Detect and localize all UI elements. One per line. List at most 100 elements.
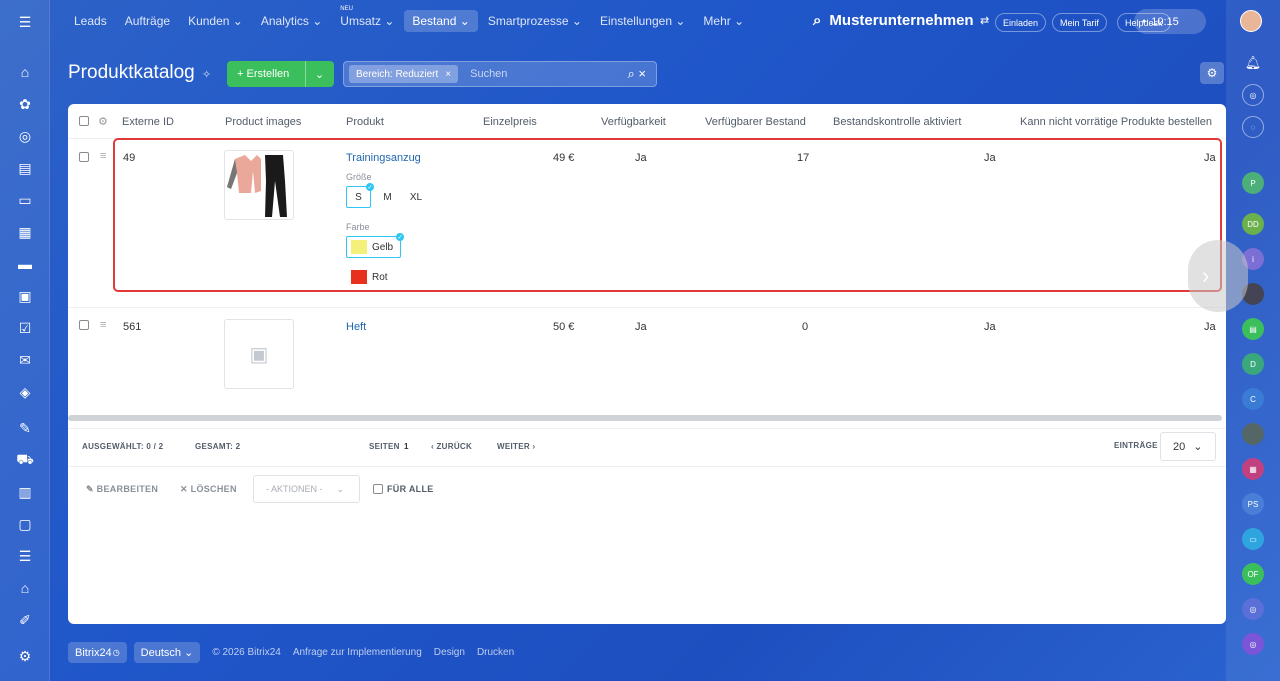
page-size-select[interactable]: 20 ⌄: [1160, 432, 1216, 461]
print-link[interactable]: Drucken: [477, 647, 514, 658]
chat-avatar-ps[interactable]: PS: [1242, 493, 1264, 515]
nav-smart-processes[interactable]: Smartprozesse ⌄: [480, 10, 590, 32]
nav-inventory[interactable]: Bestand ⌄: [404, 10, 478, 32]
chevron-down-icon[interactable]: ⌄: [305, 61, 333, 87]
home-icon[interactable]: ⌂: [15, 62, 35, 82]
filter-search[interactable]: Bereich: Reduziert × ⌕ ×: [343, 61, 657, 87]
crm-icon[interactable]: ✿: [15, 94, 35, 114]
chat-avatar-d[interactable]: D: [1242, 353, 1264, 375]
edit-doc-icon[interactable]: ✐: [15, 610, 35, 630]
col-price[interactable]: Einzelpreis: [483, 116, 537, 128]
language-select[interactable]: Deutsch ⌄: [133, 642, 201, 663]
booking-icon[interactable]: ▥: [15, 482, 35, 502]
nav-settings[interactable]: Einstellungen ⌄: [592, 10, 693, 32]
pin-icon[interactable]: ✧: [202, 68, 211, 81]
filter-icon[interactable]: ☰: [15, 546, 35, 566]
mail-icon[interactable]: ✉: [15, 350, 35, 370]
search-clear-icon[interactable]: ⌕ ×: [628, 66, 646, 82]
chat-avatar-of[interactable]: OF: [1242, 563, 1264, 585]
implementation-link[interactable]: Anfrage zur Implementierung: [293, 647, 422, 658]
row-checkbox[interactable]: [79, 152, 89, 162]
nav-sales[interactable]: NEU Umsatz ⌄: [332, 6, 402, 32]
image-placeholder-icon[interactable]: ▣: [224, 319, 294, 389]
col-product-images[interactable]: Product images: [225, 116, 301, 128]
chevron-down-icon: ⌄: [734, 14, 745, 28]
col-order-out-of-stock[interactable]: Kann nicht vorrätige Produkte bestellen: [1020, 116, 1212, 128]
chat-avatar-p[interactable]: P: [1242, 172, 1264, 194]
chat-avatar-c[interactable]: C: [1242, 388, 1264, 410]
next-button[interactable]: WEITER ›: [497, 442, 535, 451]
chat-avatar-calendar[interactable]: ▦: [1242, 458, 1264, 480]
tariff-button[interactable]: Mein Tarif: [1052, 13, 1107, 32]
company-search[interactable]: ⌕ Musterunternehmen: [813, 12, 974, 29]
nav-orders[interactable]: Aufträge: [117, 10, 178, 32]
sites-icon[interactable]: ▢: [15, 514, 35, 534]
calendar-icon[interactable]: ▦: [15, 222, 35, 242]
current-page[interactable]: 1: [404, 442, 409, 451]
document-icon[interactable]: ▤: [15, 158, 35, 178]
horizontal-scrollbar[interactable]: [68, 415, 1222, 421]
board-icon[interactable]: ▣: [15, 286, 35, 306]
delete-button[interactable]: ✕ LÖSCHEN: [180, 484, 237, 495]
entries-label: EINTRÄGE: [1114, 441, 1158, 450]
row-checkbox[interactable]: [79, 320, 89, 330]
select-all-checkbox[interactable]: [79, 116, 89, 126]
brand-badge[interactable]: Bitrix24 ◷: [68, 642, 127, 663]
clock[interactable]: ● 10:15: [1134, 9, 1206, 34]
row-availability: Ja: [635, 321, 647, 333]
nav-customers[interactable]: Kunden ⌄: [180, 10, 251, 32]
filter-chip[interactable]: Bereich: Reduziert ×: [349, 65, 459, 83]
edit-label: BEARBEITEN: [96, 484, 159, 494]
edit-button[interactable]: ✎ BEARBEITEN: [86, 484, 158, 495]
bell-icon[interactable]: 🔔︎: [1242, 52, 1264, 74]
drag-handle-icon[interactable]: ≡: [100, 319, 106, 331]
chevron-down-icon: ⌄: [312, 14, 323, 28]
col-product[interactable]: Produkt: [346, 116, 384, 128]
menu-icon[interactable]: ☰: [15, 12, 35, 32]
create-button[interactable]: + Erstellen ⌄: [227, 61, 334, 87]
gear-icon[interactable]: ⚙: [98, 115, 108, 128]
chat-avatar-copilot-2[interactable]: ◎: [1242, 633, 1264, 655]
swap-icon[interactable]: ⇄: [980, 14, 989, 27]
search-icon: ⌕: [813, 12, 822, 29]
col-external-id[interactable]: Externe ID: [122, 116, 174, 128]
search-input[interactable]: [470, 68, 591, 80]
tasks-icon[interactable]: ☑: [15, 318, 35, 338]
nav-customers-label: Kunden: [188, 14, 230, 28]
shop-icon[interactable]: ⛟: [15, 450, 35, 470]
actions-select[interactable]: - AKTIONEN - ⌄: [253, 475, 360, 503]
col-stock[interactable]: Verfügbarer Bestand: [705, 116, 806, 128]
language-label: Deutsch: [140, 646, 182, 659]
chat-icon[interactable]: ▭: [15, 190, 35, 210]
back-label: ZURÜCK: [436, 442, 473, 451]
target-icon[interactable]: ◎: [15, 126, 35, 146]
nav-analytics-label: Analytics: [260, 14, 309, 28]
messenger-icon[interactable]: ◌: [1242, 116, 1264, 138]
store-icon[interactable]: ⌂: [15, 578, 35, 598]
for-all-checkbox[interactable]: FÜR ALLE: [373, 484, 434, 494]
gear-icon[interactable]: ⚙: [1200, 62, 1224, 84]
chat-avatar-card[interactable]: ▤: [1242, 318, 1264, 340]
nav-more[interactable]: Mehr ⌄: [695, 10, 752, 32]
product-link[interactable]: Heft: [346, 321, 366, 333]
catalog-icon[interactable]: ◈: [15, 382, 35, 402]
close-icon[interactable]: ×: [445, 69, 451, 80]
chat-avatar-dd[interactable]: DD: [1242, 213, 1264, 235]
drag-handle-icon[interactable]: ≡: [100, 150, 106, 162]
back-button[interactable]: ‹ ZURÜCK: [431, 442, 472, 451]
copilot-icon[interactable]: ◎: [1242, 84, 1264, 106]
chat-avatar-group[interactable]: [1242, 423, 1264, 445]
highlight-box: [113, 138, 1222, 292]
sign-icon[interactable]: ✎: [15, 418, 35, 438]
col-stock-control[interactable]: Bestandskontrolle aktiviert: [833, 116, 961, 128]
drive-icon[interactable]: ▬: [15, 254, 35, 274]
settings-icon[interactable]: ⚙: [15, 646, 35, 666]
nav-analytics[interactable]: Analytics ⌄: [253, 10, 330, 32]
col-availability[interactable]: Verfügbarkeit: [601, 116, 666, 128]
nav-leads[interactable]: Leads: [66, 10, 115, 32]
chat-avatar-copilot[interactable]: ◎: [1242, 598, 1264, 620]
design-link[interactable]: Design: [434, 647, 465, 658]
chevron-right-icon[interactable]: ›: [1188, 240, 1248, 312]
invite-button[interactable]: Einladen: [995, 13, 1047, 32]
chat-avatar-bubble[interactable]: ▭: [1242, 528, 1264, 550]
